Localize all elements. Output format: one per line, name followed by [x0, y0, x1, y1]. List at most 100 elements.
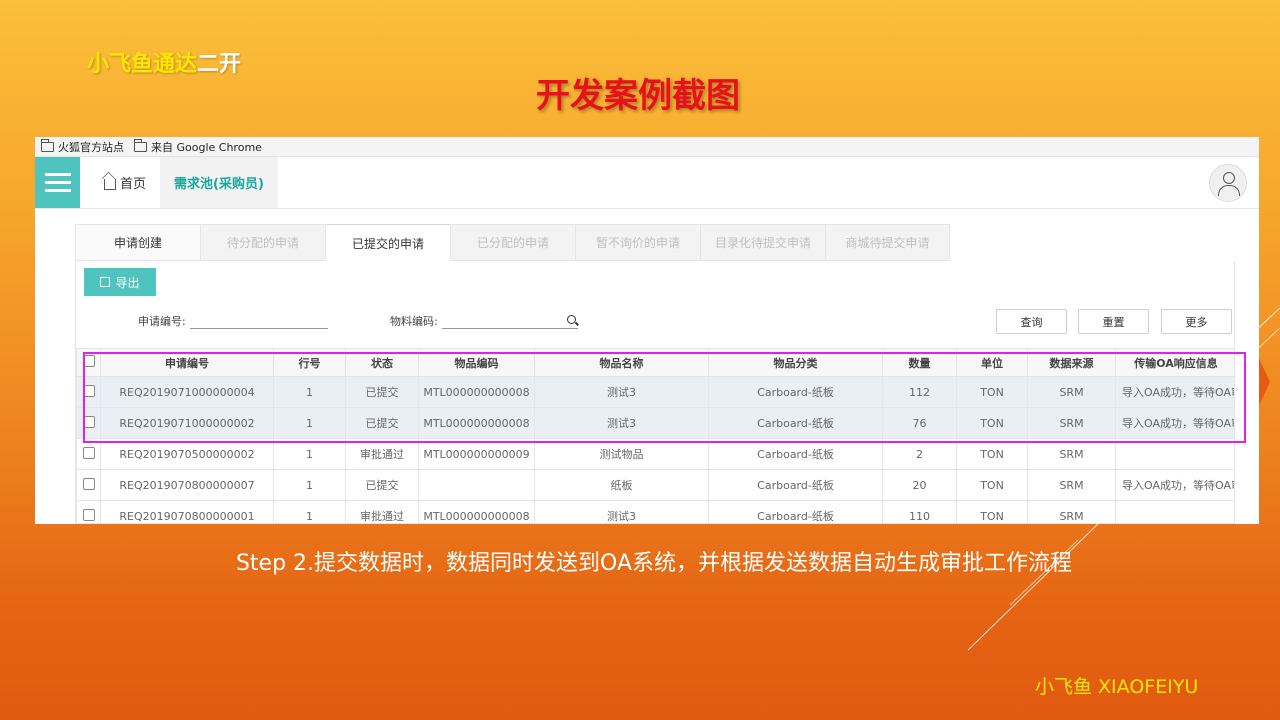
user-icon[interactable] [1209, 164, 1247, 202]
bookmark-item[interactable]: 火狐官方站点 [40, 138, 124, 155]
export-icon [100, 277, 111, 287]
select-all-header [76, 348, 101, 377]
table-cell: 测试3 [534, 407, 709, 439]
slide-caption: Step 2.提交数据时，数据同时发送到OA系统，并根据发送数据自动生成审批工作… [235, 551, 1073, 576]
bookmark-label: 来自 Google Chrome [151, 140, 262, 154]
table-cell: SRM [1027, 469, 1116, 501]
table-cell: REQ2019071000000002 [100, 407, 274, 439]
tab-panel: 导出 申请编号: 物料编码: 查询 重置 更多 申请编号 行号 状态 物品编码 … [75, 261, 1235, 524]
row-checkbox-cell [76, 469, 101, 501]
hamburger-icon[interactable] [35, 157, 80, 208]
table-cell: 审批通过 [345, 438, 419, 470]
table-cell: Carboard-纸板 [708, 438, 883, 470]
table-cell: 20 [882, 469, 957, 501]
row-checkbox[interactable] [82, 384, 95, 397]
table-cell: Carboard-纸板 [708, 376, 883, 408]
home-icon [104, 179, 116, 190]
col-header[interactable]: 数量 [882, 348, 957, 377]
table-cell: 112 [882, 376, 957, 408]
tab-no-inquiry[interactable]: 暂不询价的申请 [575, 224, 700, 261]
row-checkbox[interactable] [82, 508, 95, 521]
bookmark-item[interactable]: 来自 Google Chrome [133, 138, 262, 155]
query-button[interactable]: 查询 [996, 309, 1067, 334]
table-cell: 1 [273, 376, 346, 408]
tab-assigned[interactable]: 已分配的申请 [450, 224, 575, 261]
row-checkbox[interactable] [82, 446, 95, 459]
table-cell: REQ2019070500000002 [100, 438, 274, 470]
reset-button[interactable]: 重置 [1078, 309, 1149, 334]
table-cell: 1 [273, 438, 346, 470]
table-row[interactable]: REQ2019070800000001 1 审批通过 MTL0000000000… [76, 500, 1234, 523]
slide-title-text: 开发案例截图 [536, 76, 740, 116]
row-checkbox[interactable] [82, 415, 95, 428]
nav-demand-pool[interactable]: 需求池(采购员) [160, 157, 278, 208]
table-cell: 导入OA成功，等待OA审 [1115, 407, 1234, 439]
col-header[interactable]: 申请编号 [100, 348, 274, 377]
material-filter: 物料编码: [390, 313, 578, 329]
tab-create[interactable]: 申请创建 [75, 224, 200, 261]
row-checkbox-cell [76, 407, 101, 439]
col-header[interactable]: 行号 [273, 348, 346, 377]
table-cell: TON [956, 376, 1028, 408]
table-cell: MTL000000000008 [418, 407, 535, 439]
req-no-input[interactable] [189, 313, 328, 329]
table-cell: SRM [1027, 500, 1116, 523]
bookmarks-bar: 火狐官方站点 来自 Google Chrome [35, 137, 1259, 157]
col-header[interactable]: 数据来源 [1027, 348, 1116, 377]
table-row[interactable]: REQ2019071000000002 1 已提交 MTL00000000000… [76, 407, 1234, 439]
col-header[interactable]: 物品名称 [534, 348, 709, 377]
table-cell: REQ2019071000000004 [100, 376, 274, 408]
table-cell: 1 [273, 469, 346, 501]
table-cell: 110 [882, 500, 957, 523]
row-checkbox-cell [76, 500, 101, 523]
table-cell: 1 [273, 500, 346, 523]
table-row[interactable]: REQ2019070800000007 1 已提交 纸板 Carboard-纸板… [76, 469, 1234, 501]
folder-icon [133, 138, 147, 152]
table-cell: Carboard-纸板 [708, 500, 883, 523]
table-cell: 纸板 [534, 469, 709, 501]
col-header[interactable]: 物品分类 [708, 348, 883, 377]
tab-catalog-pending[interactable]: 目录化待提交申请 [700, 224, 825, 261]
req-no-label: 申请编号: [138, 315, 186, 328]
nav-home[interactable]: 首页 [80, 157, 160, 208]
request-table: 申请编号 行号 状态 物品编码 物品名称 物品分类 数量 单位 数据来源 传输O… [76, 348, 1234, 523]
table-row[interactable]: REQ2019071000000004 1 已提交 MTL00000000000… [76, 376, 1234, 408]
tab-mall-pending[interactable]: 商城待提交申请 [825, 224, 950, 261]
footer-brand: 小飞鱼 XIAOFEIYU [1035, 676, 1199, 698]
table-cell: 1 [273, 407, 346, 439]
table-cell [1115, 500, 1234, 523]
export-button[interactable]: 导出 [84, 268, 156, 296]
col-header[interactable]: 状态 [345, 348, 419, 377]
row-checkbox[interactable] [82, 477, 95, 490]
more-button[interactable]: 更多 [1161, 309, 1232, 334]
tab-pending-assign[interactable]: 待分配的申请 [200, 224, 325, 261]
table-cell: TON [956, 438, 1028, 470]
table-cell: MTL000000000008 [418, 376, 535, 408]
table-cell [1115, 438, 1234, 470]
table-cell: TON [956, 469, 1028, 501]
material-label: 物料编码: [390, 315, 438, 328]
row-checkbox-cell [76, 438, 101, 470]
table-row[interactable]: REQ2019070500000002 1 审批通过 MTL0000000000… [76, 438, 1234, 470]
screenshot: 火狐官方站点 来自 Google Chrome 首页 需求池(采购员) 申请创建… [35, 137, 1259, 524]
col-header[interactable]: 传输OA响应信息 [1115, 348, 1234, 377]
material-input[interactable] [441, 313, 578, 329]
table-cell: SRM [1027, 376, 1116, 408]
table-cell: 测试物品 [534, 438, 709, 470]
row-checkbox-cell [76, 376, 101, 408]
select-all-checkbox[interactable] [82, 355, 95, 367]
nav-home-label: 首页 [120, 177, 147, 192]
table-cell: Carboard-纸板 [708, 469, 883, 501]
col-header[interactable]: 物品编码 [418, 348, 535, 377]
search-icon[interactable] [566, 315, 576, 324]
table-cell: 已提交 [345, 407, 419, 439]
table-cell: SRM [1027, 407, 1116, 439]
table-cell: 76 [882, 407, 957, 439]
table-cell: Carboard-纸板 [708, 407, 883, 439]
tab-submitted[interactable]: 已提交的申请 [325, 224, 450, 261]
col-header[interactable]: 单位 [956, 348, 1028, 377]
slide-title: 开发案例截图 [0, 68, 1280, 117]
table-cell: REQ2019070800000001 [100, 500, 274, 523]
table-cell: TON [956, 407, 1028, 439]
table-cell [418, 469, 535, 501]
